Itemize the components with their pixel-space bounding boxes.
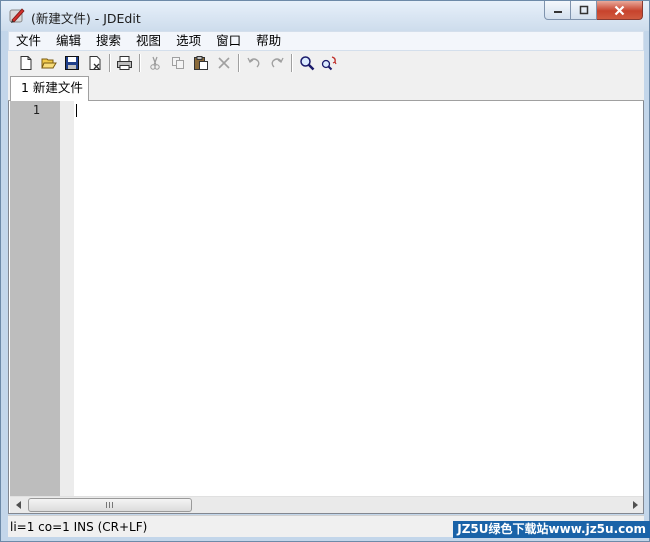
undo-icon — [246, 57, 259, 68]
open-file-button[interactable] — [37, 52, 60, 74]
delete-button[interactable] — [212, 52, 235, 74]
maximize-button[interactable] — [571, 1, 597, 20]
minimize-icon — [553, 11, 562, 13]
editor-pane: 1 — [8, 101, 644, 514]
paste-button[interactable] — [189, 52, 212, 74]
menu-search[interactable]: 搜索 — [89, 32, 129, 50]
arrow-left-icon — [15, 501, 21, 509]
undo-button[interactable] — [242, 52, 265, 74]
line-number: 1 — [32, 103, 40, 117]
caption-buttons — [544, 1, 643, 21]
new-file-button[interactable] — [14, 52, 37, 74]
text-caret — [76, 104, 77, 117]
cut-button[interactable] — [143, 52, 166, 74]
menu-bar: 文件 编辑 搜索 视图 选项 窗口 帮助 — [8, 31, 644, 51]
redo-button[interactable] — [265, 52, 288, 74]
toolbar-separator — [291, 54, 292, 72]
scroll-left-button[interactable] — [10, 497, 27, 513]
save-icon — [64, 56, 79, 70]
horizontal-scroll-thumb[interactable] — [28, 498, 192, 512]
fold-margin — [60, 101, 74, 496]
print-button[interactable] — [113, 52, 136, 74]
delete-icon — [217, 57, 230, 69]
window-title: (新建文件) - JDEdit — [31, 11, 141, 26]
paste-icon — [193, 56, 208, 70]
toolbar-separator — [238, 54, 239, 72]
scroll-right-button[interactable] — [626, 497, 643, 513]
menu-window[interactable]: 窗口 — [209, 32, 249, 50]
find-button[interactable] — [295, 52, 318, 74]
toolbar-separator — [109, 54, 110, 72]
toolbar — [8, 51, 644, 75]
watermark-banner: JZ5U绿色下载站www.jz5u.com — [453, 521, 650, 538]
new-file-icon — [20, 56, 31, 70]
minimize-button[interactable] — [544, 1, 571, 20]
save-button[interactable] — [60, 52, 83, 74]
maximize-icon — [579, 5, 588, 15]
close-button[interactable] — [597, 1, 643, 20]
menu-options[interactable]: 选项 — [169, 32, 209, 50]
replace-button[interactable] — [318, 52, 341, 74]
close-file-icon — [89, 56, 100, 70]
menu-view[interactable]: 视图 — [129, 32, 169, 50]
copy-button[interactable] — [166, 52, 189, 74]
close-icon — [614, 5, 625, 15]
redo-icon — [271, 57, 284, 68]
line-number-gutter: 1 — [10, 101, 60, 496]
cursor-position-status: li=1 co=1 INS (CR+LF) — [10, 520, 148, 534]
find-icon — [299, 56, 314, 71]
replace-icon — [321, 56, 337, 71]
jdedit-app-icon[interactable] — [9, 7, 26, 24]
app-window: (新建文件) - JDEdit 文件 编辑 搜索 视图 选项 窗口 帮助 1 新… — [0, 0, 650, 542]
cut-icon — [149, 56, 160, 70]
open-folder-icon — [40, 58, 57, 69]
tab-new-file[interactable]: 1 新建文件 — [10, 76, 89, 101]
status-bar: li=1 co=1 INS (CR+LF) JZ5U绿色下载站www.jz5u.… — [8, 515, 650, 538]
menu-edit[interactable]: 编辑 — [49, 32, 89, 50]
title-bar[interactable]: (新建文件) - JDEdit — [1, 1, 649, 31]
toolbar-separator — [139, 54, 140, 72]
grip-icon — [106, 502, 114, 508]
copy-icon — [171, 57, 184, 69]
close-file-button[interactable] — [83, 52, 106, 74]
menu-help[interactable]: 帮助 — [249, 32, 289, 50]
arrow-right-icon — [632, 501, 638, 509]
horizontal-scrollbar[interactable] — [10, 496, 643, 513]
document-tab-strip: 1 新建文件 — [8, 75, 644, 101]
menu-file[interactable]: 文件 — [9, 32, 49, 50]
print-icon — [117, 56, 132, 70]
text-editing-area[interactable] — [74, 101, 643, 496]
